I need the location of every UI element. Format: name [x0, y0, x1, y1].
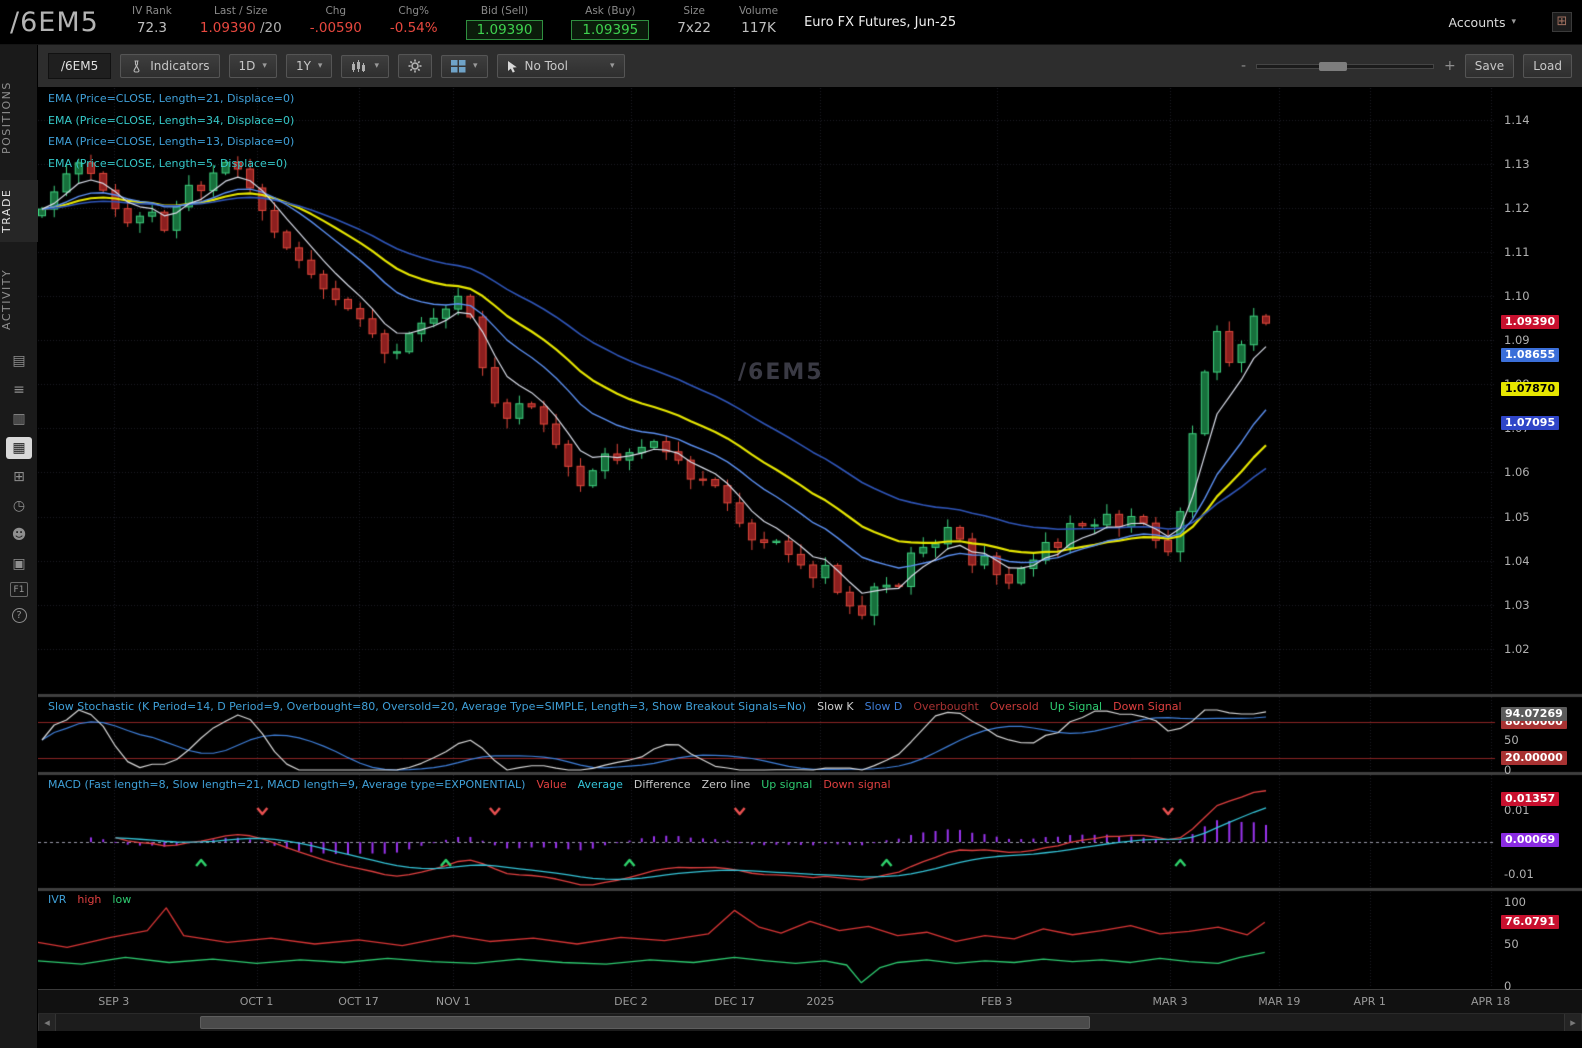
horizontal-scrollbar[interactable]: ◂ ▸: [38, 1013, 1582, 1031]
indicators-label: Indicators: [150, 59, 210, 73]
gear-icon: [408, 59, 422, 73]
indicators-button[interactable]: Indicators: [120, 54, 220, 78]
quote-stats: IV Rank 72.3 Last / Size 1.09390 /20 Chg -.00…: [132, 5, 778, 40]
price-chart-canvas[interactable]: [38, 88, 1582, 989]
grid-layout-dropdown[interactable]: ▾: [440, 54, 488, 78]
stat-label: Volume: [739, 4, 779, 17]
studies-flask-icon: [130, 59, 143, 73]
app-grid-icon[interactable]: ⊞: [1552, 12, 1572, 32]
load-button[interactable]: Load: [1523, 54, 1572, 78]
chart-area: SEP 3 OCT 1 OCT 17 NOV 1 DEC 2 DEC 17 2025 FEB …: [38, 88, 1582, 1013]
stat-value: 1.09390: [465, 19, 544, 40]
chart-symbol-tab[interactable]: /6EM5: [48, 53, 112, 79]
stat-chg: Chg% -0.54%: [390, 5, 438, 36]
timeframe-value: 1D: [238, 59, 256, 73]
zoom-slider[interactable]: [1256, 61, 1434, 71]
time-axis-label: OCT 1: [239, 995, 274, 1008]
range-value: 1Y: [295, 59, 311, 73]
contract-description: Euro FX Futures, Jun-25: [804, 14, 957, 30]
chevron-down-icon: ▾: [374, 61, 379, 71]
time-axis-label: MAR 19: [1258, 995, 1301, 1008]
stat-volume: Volume 117K: [739, 5, 778, 36]
time-axis-label: OCT 17: [338, 995, 379, 1008]
chevron-down-icon: ▾: [317, 61, 323, 71]
stat-bid-sell: Bid (Sell) 1.09390: [465, 4, 544, 40]
tool-label: No Tool: [524, 59, 568, 73]
stat-label: Ask (Buy): [585, 4, 636, 17]
chevron-down-icon: ▾: [1511, 17, 1516, 27]
stat-size: Size 7x22: [677, 5, 711, 36]
news-icon[interactable]: ▤: [6, 350, 32, 372]
charts-icon[interactable]: ▦: [6, 437, 32, 459]
sidebar-tab-trade[interactable]: TRADE: [0, 180, 38, 242]
stat-value: 7x22: [677, 19, 712, 36]
scrollbar-thumb[interactable]: [200, 1016, 1090, 1029]
left-sidebar: POSITIONS TRADE ACTIVITY ▤ ≡ ▥ ▦ ⊞ ◷ ☻ ▣ F1?: [0, 45, 38, 1048]
history-icon[interactable]: ◷: [6, 495, 32, 517]
sidebar-tab-activity[interactable]: ACTIVITY: [0, 255, 38, 343]
stat-value: 1.09390 /20: [199, 19, 282, 36]
stat-chg: Chg -.00590: [310, 5, 362, 36]
chart-settings-button[interactable]: [397, 54, 432, 78]
stat-value: -0.54%: [389, 19, 438, 36]
timeframe-dropdown[interactable]: 1D ▾: [228, 54, 277, 78]
zoom-in-button[interactable]: +: [1444, 58, 1456, 74]
scroll-right-icon[interactable]: ▸: [1564, 1014, 1582, 1031]
save-button[interactable]: Save: [1464, 54, 1515, 78]
drawing-tool-dropdown[interactable]: No Tool ▾: [496, 54, 625, 78]
grid-layout-icon: [450, 59, 466, 73]
stat-label: Last / Size: [213, 4, 268, 17]
candlestick-style-icon: [351, 59, 367, 73]
stat-iv-rank: IV Rank 72.3: [132, 5, 172, 36]
accounts-menu[interactable]: Accounts ▾: [1448, 15, 1516, 30]
stat-value: -.00590: [309, 19, 362, 36]
time-axis-label: DEC 17: [714, 995, 755, 1008]
range-dropdown[interactable]: 1Y ▾: [285, 54, 333, 78]
stat-label: Chg: [325, 4, 347, 17]
scroll-left-icon[interactable]: ◂: [38, 1014, 56, 1031]
zoom-out-button[interactable]: -: [1241, 58, 1246, 74]
time-axis-label: APR 1: [1353, 995, 1386, 1008]
time-axis-label: APR 18: [1470, 995, 1511, 1008]
help-icon[interactable]: ?: [6, 604, 32, 626]
stat-last-size: Last / Size 1.09390 /20: [200, 5, 282, 36]
chevron-down-icon: ▾: [609, 61, 615, 71]
time-axis: SEP 3 OCT 1 OCT 17 NOV 1 DEC 2 DEC 17 2025 FEB …: [38, 989, 1582, 1013]
zoom-slider-thumb[interactable]: [1319, 61, 1347, 71]
stat-value: 72.3: [136, 19, 167, 36]
cursor-icon: [507, 60, 518, 73]
chart-style-dropdown[interactable]: ▾: [341, 54, 389, 78]
scrollbar-track[interactable]: [56, 1014, 1564, 1031]
symbol-title: /6EM5: [10, 6, 99, 38]
time-axis-label: 2025: [806, 995, 835, 1008]
stat-label: Chg%: [398, 4, 430, 17]
chart-toolbar: /6EM5 Indicators 1D ▾ 1Y ▾ ▾ ▾ No Tool ▾…: [38, 45, 1582, 88]
stat-value: 117K: [741, 19, 776, 36]
stat-label: Size: [683, 4, 705, 17]
accounts-label: Accounts: [1448, 14, 1506, 30]
time-axis-label: DEC 2: [614, 995, 648, 1008]
quote-header: /6EM5 IV Rank 72.3 Last / Size 1.09390 /20 C…: [0, 0, 1582, 45]
watchlist-icon[interactable]: ≡: [6, 379, 32, 401]
stat-value: 1.09395: [571, 19, 650, 40]
time-axis-label: MAR 3: [1152, 995, 1188, 1008]
grid-icon[interactable]: ⊞: [6, 466, 32, 488]
vault-icon[interactable]: ▣: [6, 553, 32, 575]
chevron-down-icon: ▾: [472, 61, 478, 71]
time-axis-label: SEP 3: [98, 995, 130, 1008]
zoom-control: - +: [1241, 58, 1456, 74]
time-axis-label: NOV 1: [435, 995, 471, 1008]
sidebar-tab-positions[interactable]: POSITIONS: [0, 65, 38, 170]
stat-label: IV Rank: [132, 4, 172, 17]
time-axis-label: FEB 3: [981, 995, 1013, 1008]
f1-icon[interactable]: F1: [10, 582, 28, 597]
stat-label: Bid (Sell): [480, 4, 529, 17]
community-icon[interactable]: ☻: [6, 524, 32, 546]
stat-ask-buy: Ask (Buy) 1.09395: [571, 4, 650, 40]
orders-icon[interactable]: ▥: [6, 408, 32, 430]
chevron-down-icon: ▾: [262, 61, 267, 71]
chart-gadget: /6EM5 Indicators 1D ▾ 1Y ▾ ▾ ▾ No Tool ▾…: [38, 45, 1582, 1048]
